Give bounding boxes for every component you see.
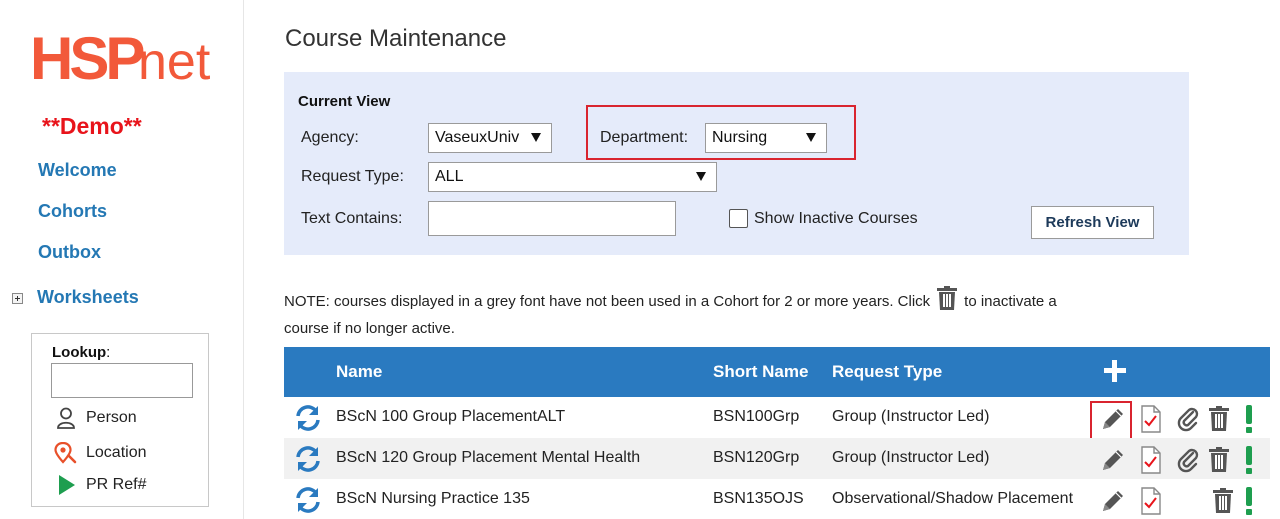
note-text-before: NOTE: courses displayed in a grey font h… (284, 293, 931, 310)
table-row: BScN 120 Group Placement Mental Health B… (284, 438, 1270, 479)
edit-pencil-icon[interactable] (1100, 406, 1126, 432)
trash-icon (936, 286, 958, 317)
header-short-name[interactable]: Short Name (713, 362, 808, 382)
sidebar: HSP net **Demo** Welcome Cohorts Outbox … (0, 0, 244, 519)
demo-label: **Demo** (42, 113, 142, 139)
logo-net-text: net (138, 33, 211, 86)
exclamation-icon[interactable] (1244, 446, 1254, 474)
checklist-doc-icon[interactable] (1140, 405, 1162, 433)
lookup-title: Lookup: (52, 344, 111, 361)
request-type-select[interactable]: ALL (428, 162, 717, 192)
row-name[interactable]: BScN 100 Group PlacementALT (336, 408, 565, 426)
add-course-icon[interactable] (1104, 360, 1126, 382)
nav-outbox[interactable]: Outbox (38, 242, 101, 263)
row-short-name: BSN120Grp (713, 449, 800, 466)
chevron-down-icon (806, 133, 816, 142)
row-short-name: BSN135OJS (713, 490, 804, 507)
department-select[interactable]: Nursing (705, 123, 827, 153)
header-request-type[interactable]: Request Type (832, 362, 942, 382)
show-inactive-checkbox[interactable] (729, 209, 748, 228)
exclamation-icon[interactable] (1244, 487, 1254, 515)
nav-welcome[interactable]: Welcome (38, 160, 117, 181)
row-name[interactable]: BScN 120 Group Placement Mental Health (336, 449, 640, 467)
text-contains-label: Text Contains: (301, 210, 403, 227)
chevron-down-icon (531, 133, 541, 142)
trash-icon[interactable] (1212, 488, 1234, 513)
edit-pencil-icon[interactable] (1100, 447, 1126, 473)
worksheets-expand-icon[interactable] (12, 293, 23, 304)
lookup-location-label: Location (86, 444, 147, 461)
checklist-doc-icon[interactable] (1140, 487, 1162, 515)
play-icon (54, 474, 78, 496)
checklist-doc-icon[interactable] (1140, 446, 1162, 474)
text-contains-input[interactable] (428, 201, 676, 236)
lookup-input[interactable] (51, 363, 193, 398)
inactive-note: NOTE: courses displayed in a grey font h… (284, 286, 1064, 340)
current-view-panel: Current View Agency: VaseuxUniv Departme… (284, 72, 1189, 255)
request-type-label: Request Type: (301, 168, 404, 185)
refresh-icon[interactable] (294, 445, 322, 473)
lookup-panel: Lookup: Person Location PR Ref# (31, 333, 209, 507)
logo-hsp-text: HSP (30, 25, 143, 86)
row-short-name: BSN100Grp (713, 408, 800, 425)
location-search-icon (54, 442, 78, 464)
lookup-pr-ref-label: PR Ref# (86, 476, 147, 493)
header-name[interactable]: Name (336, 362, 382, 382)
hspnet-logo[interactable]: HSP net (30, 24, 230, 86)
table-row: BScN Nursing Practice 135 BSN135OJS Obse… (284, 479, 1270, 519)
row-request-type: Group (Instructor Led) (832, 408, 990, 425)
department-label: Department: (600, 129, 689, 146)
paperclip-icon[interactable] (1177, 447, 1199, 473)
person-icon (54, 407, 78, 429)
request-type-value: ALL (435, 168, 464, 185)
department-value: Nursing (712, 129, 768, 146)
refresh-view-button[interactable]: Refresh View (1031, 206, 1154, 239)
table-header: Name Short Name Request Type (284, 347, 1270, 397)
chevron-down-icon (696, 172, 706, 181)
table-row: BScN 100 Group PlacementALT BSN100Grp Gr… (284, 397, 1270, 441)
nav-cohorts[interactable]: Cohorts (38, 201, 107, 222)
agency-value: VaseuxUniv (435, 129, 520, 146)
courses-table: Name Short Name Request Type BScN 100 Gr… (284, 347, 1270, 519)
trash-icon[interactable] (1208, 406, 1230, 431)
paperclip-icon[interactable] (1177, 406, 1199, 432)
trash-icon[interactable] (1208, 447, 1230, 472)
nav-worksheets[interactable]: Worksheets (37, 287, 139, 308)
agency-select[interactable]: VaseuxUniv (428, 123, 552, 153)
agency-label: Agency: (301, 129, 359, 146)
refresh-icon[interactable] (294, 404, 322, 432)
show-inactive-label: Show Inactive Courses (754, 210, 918, 227)
lookup-location[interactable]: Location (54, 442, 147, 464)
edit-pencil-icon[interactable] (1100, 488, 1126, 514)
refresh-icon[interactable] (294, 486, 322, 514)
exclamation-icon[interactable] (1244, 405, 1254, 433)
lookup-person[interactable]: Person (54, 407, 137, 429)
page-title: Course Maintenance (285, 25, 507, 52)
lookup-pr-ref[interactable]: PR Ref# (54, 474, 146, 496)
row-name[interactable]: BScN Nursing Practice 135 (336, 490, 530, 508)
row-request-type: Observational/Shadow Placement (832, 490, 1074, 507)
lookup-person-label: Person (86, 409, 137, 426)
current-view-title: Current View (298, 93, 391, 110)
row-request-type: Group (Instructor Led) (832, 449, 990, 466)
